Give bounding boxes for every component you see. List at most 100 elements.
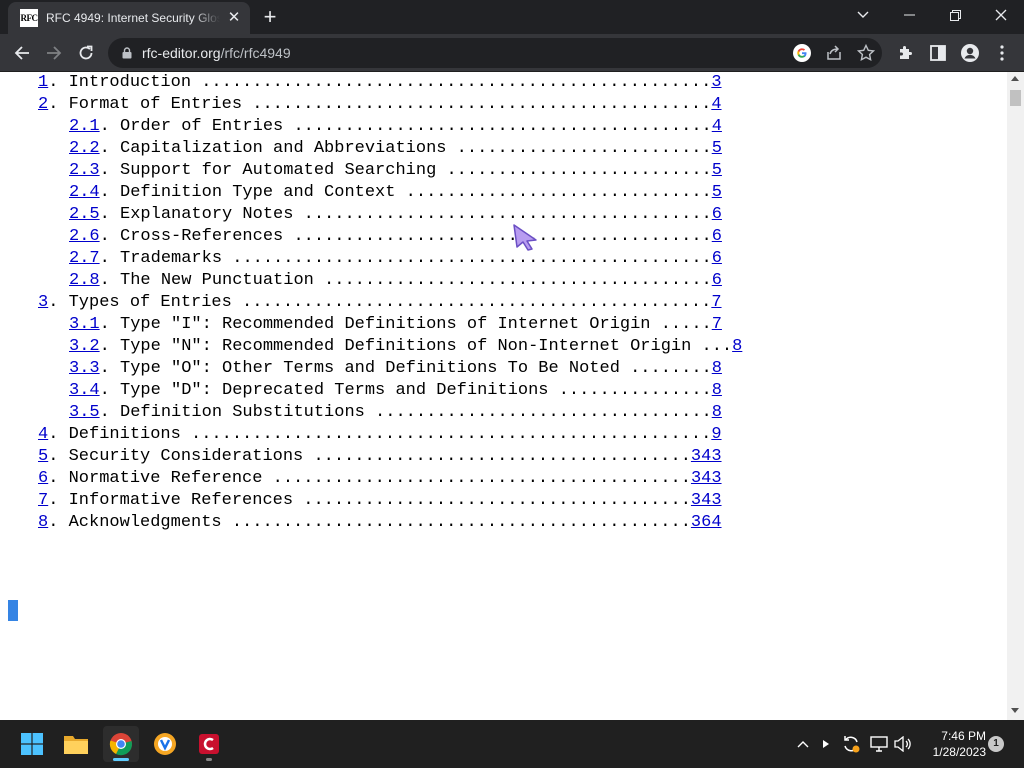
sync-icon[interactable]	[840, 732, 862, 756]
minimize-button[interactable]	[886, 0, 932, 30]
extensions-button[interactable]	[892, 39, 920, 67]
network-icon[interactable]	[868, 732, 890, 756]
toc-page-link[interactable]: 5	[712, 139, 722, 158]
toc-page-link[interactable]: 8	[732, 337, 742, 356]
toc-separator: .	[99, 227, 121, 246]
toc-page-link[interactable]: 4	[712, 117, 722, 136]
toc-section-link[interactable]: 3	[38, 293, 48, 312]
toc-section-link[interactable]: 2.7	[69, 249, 100, 268]
toc-section-link[interactable]: 2.5	[69, 205, 100, 224]
notification-badge[interactable]: 1	[988, 736, 1004, 752]
start-button[interactable]	[14, 726, 50, 762]
toc-entry: 6. Normative Reference .................…	[38, 468, 742, 490]
toc-page-link[interactable]: 343	[691, 491, 722, 510]
star-icon	[856, 43, 876, 62]
toc-separator: .	[48, 73, 69, 92]
toc-page-link[interactable]: 8	[712, 359, 722, 378]
reload-icon	[79, 45, 93, 60]
show-hidden-icons-button[interactable]	[792, 732, 814, 756]
toc-page-link[interactable]: 343	[691, 469, 722, 488]
toc-section-link[interactable]: 2	[38, 95, 48, 114]
toc-page-link[interactable]: 8	[712, 403, 722, 422]
clock-date: 1/28/2023	[932, 745, 986, 759]
toc-section-link[interactable]: 8	[38, 513, 48, 532]
back-button[interactable]	[8, 39, 36, 67]
toc-page-link[interactable]: 5	[712, 183, 722, 202]
toc-section-link[interactable]: 3.3	[69, 359, 100, 378]
tab-close-icon[interactable]: ✕	[226, 10, 242, 26]
chrome-icon	[109, 733, 132, 756]
browser-toolbar: rfc-editor.org/rfc/rfc4949	[0, 34, 1024, 72]
toc-section-link[interactable]: 3.2	[69, 337, 100, 356]
toc-section-link[interactable]: 3.4	[69, 381, 100, 400]
lock-icon[interactable]	[120, 46, 134, 60]
scroll-down-arrow-icon[interactable]	[1011, 708, 1019, 713]
scroll-thumb[interactable]	[1010, 90, 1021, 106]
tab-search-button[interactable]	[840, 0, 886, 30]
toc-section-link[interactable]: 7	[38, 491, 48, 510]
clock-time: 7:46 PM	[941, 729, 986, 743]
toc-separator: .	[99, 315, 121, 334]
toc-page-link[interactable]: 364	[691, 513, 722, 532]
toc-page-link[interactable]: 7	[711, 293, 721, 312]
taskbar-clock[interactable]: 7:46 PM 1/28/2023	[918, 728, 986, 760]
url-text[interactable]: rfc-editor.org/rfc/rfc4949	[142, 45, 291, 61]
toc-page-link[interactable]: 9	[711, 425, 721, 444]
browser-tab[interactable]: RFC RFC 4949: Internet Security Glossary…	[8, 2, 250, 34]
toc-section-link[interactable]: 5	[38, 447, 48, 466]
toc-section-link[interactable]: 2.3	[69, 161, 100, 180]
forward-button[interactable]	[40, 39, 68, 67]
tray-play-icon[interactable]	[815, 732, 837, 756]
toc-section-link[interactable]: 2.6	[69, 227, 100, 246]
toc-title: Cross-References	[120, 227, 284, 246]
toc-leader: .....................................	[303, 447, 691, 466]
close-icon	[995, 9, 1007, 21]
taskbar-red-app[interactable]	[191, 726, 227, 762]
toc-leader: ........................................…	[231, 293, 712, 312]
toc-section-link[interactable]: 6	[38, 469, 48, 488]
running-indicator	[113, 758, 129, 761]
restore-button[interactable]	[932, 0, 978, 30]
bookmark-star-button[interactable]	[856, 43, 876, 63]
toc-page-link[interactable]: 6	[712, 249, 722, 268]
toc-section-link[interactable]: 2.1	[69, 117, 100, 136]
toc-leader: ..............................	[395, 183, 712, 202]
toc-page-link[interactable]: 6	[712, 271, 722, 290]
toc-entry: 3.5. Definition Substitutions ..........…	[38, 402, 742, 424]
vertical-scrollbar[interactable]	[1007, 72, 1024, 720]
toc-page-link[interactable]: 7	[712, 315, 722, 334]
profile-button[interactable]	[956, 39, 984, 67]
toc-section-link[interactable]: 2.8	[69, 271, 100, 290]
red-app-icon	[199, 734, 219, 754]
toc-page-link[interactable]: 8	[712, 381, 722, 400]
address-bar[interactable]: rfc-editor.org/rfc/rfc4949	[108, 38, 882, 68]
side-panel-button[interactable]	[924, 39, 952, 67]
toc-page-link[interactable]: 5	[712, 161, 722, 180]
toc-entry: 5. Security Considerations .............…	[38, 446, 742, 468]
toc-page-link[interactable]: 6	[712, 205, 722, 224]
toc-section-link[interactable]: 2.4	[69, 183, 100, 202]
toc-section-link[interactable]: 2.2	[69, 139, 100, 158]
toc-section-link[interactable]: 3.1	[69, 315, 100, 334]
toc-page-link[interactable]: 3	[711, 73, 721, 92]
toc-section-link[interactable]: 3.5	[69, 403, 100, 422]
browser-menu-button[interactable]	[988, 39, 1016, 67]
toc-section-link[interactable]: 1	[38, 73, 48, 92]
toc-page-link[interactable]: 4	[711, 95, 721, 114]
taskbar-browser-app[interactable]	[147, 726, 183, 762]
volume-icon[interactable]	[892, 732, 914, 756]
toc-title: Order of Entries	[120, 117, 284, 136]
toc-page-link[interactable]: 343	[691, 447, 722, 466]
window-close-button[interactable]	[978, 0, 1024, 30]
new-tab-button[interactable]: +	[258, 6, 282, 30]
toc-title: Trademarks	[120, 249, 223, 268]
toc-page-link[interactable]: 6	[712, 227, 722, 246]
share-button[interactable]	[824, 43, 844, 63]
reload-button[interactable]	[72, 39, 100, 67]
taskbar-file-explorer[interactable]	[58, 726, 94, 762]
taskbar-chrome[interactable]	[103, 726, 139, 762]
toc-section-link[interactable]: 4	[38, 425, 48, 444]
scroll-up-arrow-icon[interactable]	[1011, 76, 1019, 81]
google-lens-button[interactable]	[792, 43, 812, 63]
toc-leader: ........................................…	[283, 227, 712, 246]
